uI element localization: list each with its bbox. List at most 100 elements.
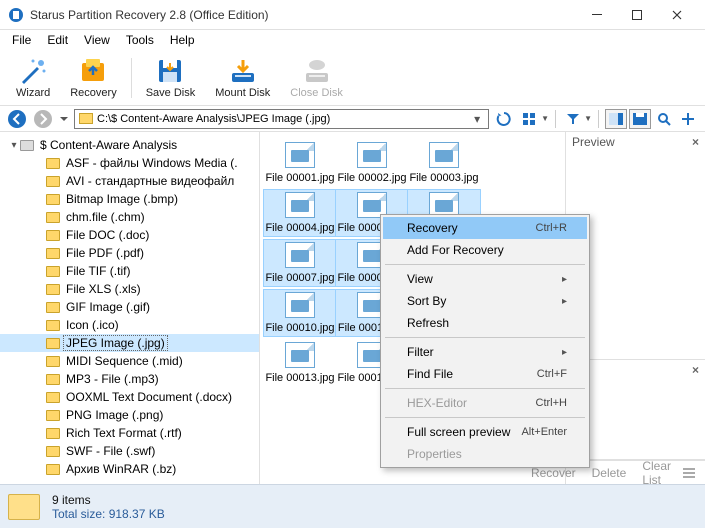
tree-root[interactable]: ▾ $ Content-Aware Analysis <box>0 136 259 154</box>
file-name: File 00003.jpg <box>409 172 478 184</box>
tree-item[interactable]: ▸Rich Text Format (.rtf) <box>0 424 259 442</box>
folder-icon <box>46 284 60 295</box>
tree-item[interactable]: ▸Архив WinRAR (.bz) <box>0 460 259 478</box>
tree-item[interactable]: ▸ASF - файлы Windows Media (. <box>0 154 259 172</box>
tree-item[interactable]: ▸chm.file (.chm) <box>0 208 259 226</box>
folder-icon <box>46 194 60 205</box>
tree-label: Icon (.ico) <box>64 318 121 332</box>
tree-item[interactable]: ▸File TIF (.tif) <box>0 262 259 280</box>
window-title: Starus Partition Recovery 2.8 (Office Ed… <box>30 8 577 22</box>
cm-separator <box>385 264 585 265</box>
cm-findfile[interactable]: Find FileCtrl+F <box>383 363 587 385</box>
tree-label: ASF - файлы Windows Media (. <box>64 156 240 170</box>
tree-item[interactable]: ▸SWF - File (.swf) <box>0 442 259 460</box>
tree-item[interactable]: ▸PNG Image (.png) <box>0 406 259 424</box>
save-toggle-button[interactable] <box>629 109 651 129</box>
tree-item[interactable]: ▸OOXML Text Document (.docx) <box>0 388 259 406</box>
file-item[interactable]: File 00007.jpg <box>264 240 336 286</box>
main-toolbar: Wizard Recovery Save Disk Mount Disk Clo… <box>0 50 705 106</box>
menu-tools[interactable]: Tools <box>118 31 162 49</box>
image-file-icon <box>357 142 387 168</box>
wizard-button[interactable]: Wizard <box>6 55 60 101</box>
list-options-button[interactable] <box>679 467 699 479</box>
close-icon[interactable]: × <box>692 135 699 149</box>
file-item[interactable]: File 00013.jpg <box>264 340 336 386</box>
file-item[interactable]: File 00010.jpg <box>264 290 336 336</box>
recovery-button[interactable]: Recovery <box>60 55 126 101</box>
title-bar: Starus Partition Recovery 2.8 (Office Ed… <box>0 0 705 30</box>
tree-item[interactable]: ▸MP3 - File (.mp3) <box>0 370 259 388</box>
tree-item[interactable]: ▸File PDF (.pdf) <box>0 244 259 262</box>
tree-item[interactable]: ▸AVI - стандартные видеофайл <box>0 172 259 190</box>
file-name: File 00010.jpg <box>265 322 334 334</box>
cm-add-for-recovery[interactable]: Add For Recovery <box>383 239 587 261</box>
savedisk-button[interactable]: Save Disk <box>136 55 206 101</box>
nav-forward-button[interactable] <box>32 108 54 130</box>
recovery-icon <box>79 57 107 85</box>
file-item[interactable]: File 00001.jpg <box>264 140 336 186</box>
cm-filter[interactable]: Filter▸ <box>383 341 587 363</box>
cm-properties: Properties <box>383 443 587 465</box>
tree-item[interactable]: ▸File XLS (.xls) <box>0 280 259 298</box>
collapse-icon[interactable]: ▾ <box>8 140 20 151</box>
file-name: File 00013.jpg <box>265 372 334 384</box>
preview-toggle-button[interactable] <box>605 109 627 129</box>
cm-sortby[interactable]: Sort By▸ <box>383 290 587 312</box>
clearlist-button[interactable]: Clear List <box>638 459 675 487</box>
chevron-down-icon[interactable]: ▼ <box>541 114 549 123</box>
folder-icon <box>46 176 60 187</box>
tree-item[interactable]: ▸JPEG Image (.jpg) <box>0 334 259 352</box>
tree-item[interactable]: ▸Icon (.ico) <box>0 316 259 334</box>
closedisk-button: Close Disk <box>280 55 353 101</box>
maximize-button[interactable] <box>617 0 657 30</box>
tree-item[interactable]: ▸Bitmap Image (.bmp) <box>0 190 259 208</box>
options-button[interactable] <box>677 109 699 129</box>
image-file-icon <box>285 242 315 268</box>
folder-icon <box>46 248 60 259</box>
cm-refresh[interactable]: Refresh <box>383 312 587 334</box>
file-item[interactable]: File 00003.jpg <box>408 140 480 186</box>
close-button[interactable] <box>657 0 697 30</box>
minimize-button[interactable] <box>577 0 617 30</box>
file-item[interactable]: File 00004.jpg <box>264 190 336 236</box>
tree-item[interactable]: ▸GIF Image (.gif) <box>0 298 259 316</box>
recovery-label: Recovery <box>70 87 116 99</box>
file-item[interactable]: File 00002.jpg <box>336 140 408 186</box>
delete-button[interactable]: Delete <box>588 466 631 480</box>
cm-view[interactable]: View▸ <box>383 268 587 290</box>
chevron-down-icon[interactable]: ▼ <box>584 114 592 123</box>
tree-item[interactable]: ▸MIDI Sequence (.mid) <box>0 352 259 370</box>
folder-icon <box>79 113 93 124</box>
cm-separator <box>385 388 585 389</box>
tree-label: Архив WinRAR (.bz) <box>64 462 178 476</box>
file-name: File 00002.jpg <box>337 172 406 184</box>
search-button[interactable] <box>653 109 675 129</box>
mountdisk-button[interactable]: Mount Disk <box>205 55 280 101</box>
folder-icon <box>46 356 60 367</box>
nav-history-dropdown[interactable] <box>58 108 70 130</box>
menu-edit[interactable]: Edit <box>39 31 76 49</box>
folder-icon <box>46 446 60 457</box>
folder-tree[interactable]: ▾ $ Content-Aware Analysis ▸ASF - файлы … <box>0 132 260 484</box>
tree-label: File PDF (.pdf) <box>64 246 146 260</box>
menu-help[interactable]: Help <box>162 31 203 49</box>
refresh-button[interactable] <box>493 108 515 130</box>
cm-fullscreen[interactable]: Full screen previewAlt+Enter <box>383 421 587 443</box>
address-bar[interactable]: ▾ <box>74 109 489 129</box>
close-icon[interactable]: × <box>692 363 699 377</box>
image-file-icon <box>285 342 315 368</box>
address-dropdown[interactable]: ▾ <box>470 112 484 126</box>
tree-item[interactable]: ▸File DOC (.doc) <box>0 226 259 244</box>
menu-file[interactable]: File <box>4 31 39 49</box>
context-menu: Recovery Ctrl+R Add For Recovery View▸ S… <box>380 214 590 468</box>
folder-icon <box>46 230 60 241</box>
filter-button[interactable] <box>562 109 584 129</box>
nav-back-button[interactable] <box>6 108 28 130</box>
save-disk-icon <box>156 57 184 85</box>
cm-recovery[interactable]: Recovery Ctrl+R <box>383 217 587 239</box>
menu-view[interactable]: View <box>76 31 118 49</box>
tree-label: MIDI Sequence (.mid) <box>64 354 185 368</box>
address-input[interactable] <box>97 113 470 125</box>
view-tools: ▼ ▼ <box>519 109 699 129</box>
view-mode-button[interactable] <box>519 109 541 129</box>
